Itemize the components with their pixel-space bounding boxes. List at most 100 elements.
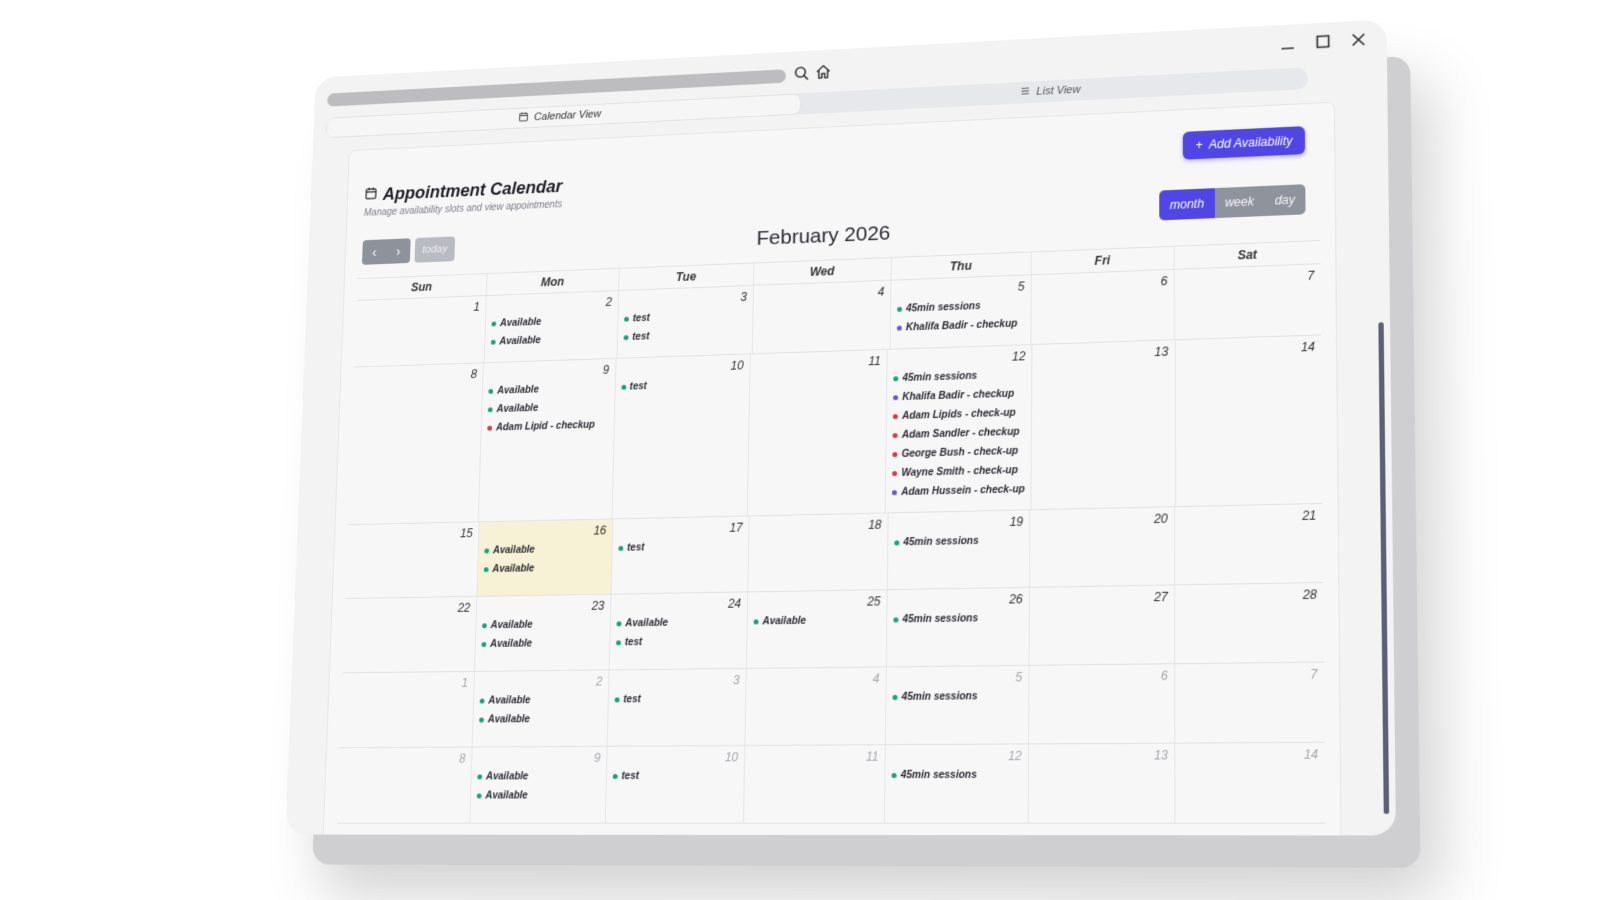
day-cell[interactable]: 7 <box>1175 663 1324 743</box>
day-number[interactable]: 15 <box>353 526 473 544</box>
calendar-event[interactable]: Available <box>484 539 606 560</box>
day-cell[interactable]: 11 <box>747 349 888 516</box>
day-number[interactable]: 20 <box>1036 511 1168 530</box>
maximize-icon[interactable] <box>1314 32 1333 51</box>
calendar-event[interactable]: test <box>623 324 746 347</box>
day-cell[interactable]: 15 <box>345 522 480 598</box>
day-cell[interactable]: 12 45min sessions Khalifa Badir - checkup A… <box>885 344 1033 513</box>
calendar-event[interactable]: 45min sessions <box>892 687 1022 708</box>
calendar-event[interactable]: 45min sessions <box>893 608 1022 629</box>
day-number[interactable]: 21 <box>1181 508 1316 527</box>
day-number[interactable]: 11 <box>756 354 881 374</box>
day-number[interactable]: 9 <box>478 751 601 768</box>
day-cell[interactable]: 4 <box>752 280 892 354</box>
calendar-event[interactable]: Adam Hussein - check-up <box>892 480 1025 502</box>
day-cell[interactable]: 17 test <box>611 516 750 594</box>
day-number[interactable]: 26 <box>894 592 1023 610</box>
day-number[interactable]: 7 <box>1182 667 1318 685</box>
day-number[interactable]: 25 <box>754 594 881 612</box>
calendar-event[interactable]: Available <box>479 691 602 711</box>
calendar-event[interactable]: Available <box>476 786 599 805</box>
day-cell[interactable]: 5 45min sessions Khalifa Badir - checkup <box>890 275 1032 349</box>
day-number[interactable]: 28 <box>1181 587 1317 606</box>
day-number[interactable]: 22 <box>351 601 470 619</box>
day-cell[interactable]: 14 <box>1176 335 1323 506</box>
day-cell[interactable]: 28 <box>1175 583 1324 663</box>
day-cell[interactable]: 25 Available <box>746 590 888 668</box>
day-cell[interactable]: 11 <box>743 745 886 823</box>
calendar-event[interactable]: 45min sessions <box>894 531 1023 553</box>
calendar-event[interactable]: test <box>615 632 741 653</box>
calendar-event[interactable]: Available <box>481 634 603 654</box>
day-cell[interactable]: 1 <box>354 296 487 367</box>
day-number[interactable]: 8 <box>359 367 478 386</box>
calendar-event[interactable]: Available <box>477 767 600 787</box>
day-number[interactable]: 14 <box>1182 340 1315 361</box>
day-cell[interactable]: 9 Available Available <box>470 746 608 823</box>
calendar-event[interactable]: Available <box>753 611 880 632</box>
calendar-event[interactable]: Available <box>616 613 741 634</box>
day-cell[interactable]: 18 <box>748 513 889 592</box>
day-cell[interactable]: 21 <box>1175 504 1323 584</box>
day-number[interactable]: 4 <box>759 285 885 305</box>
day-cell[interactable]: 22 <box>342 596 478 673</box>
day-cell[interactable]: 2 Available Available <box>484 290 620 363</box>
day-cell[interactable]: 13 <box>1031 340 1176 510</box>
calendar-event[interactable]: test <box>614 689 739 709</box>
day-number[interactable]: 4 <box>752 672 880 690</box>
day-number[interactable]: 1 <box>348 676 468 693</box>
day-number[interactable]: 12 <box>892 749 1022 766</box>
day-cell[interactable]: 3 test <box>607 668 747 746</box>
day-number[interactable]: 27 <box>1036 590 1168 609</box>
day-cell[interactable]: 12 45min sessions <box>884 744 1030 823</box>
day-cell[interactable]: 6 <box>1031 269 1175 345</box>
day-cell[interactable]: 10 test <box>605 745 746 823</box>
day-cell[interactable]: 13 <box>1028 743 1176 823</box>
day-cell[interactable]: 1 <box>340 671 475 748</box>
day-number[interactable]: 10 <box>613 750 739 767</box>
day-number[interactable]: 1 <box>362 300 480 320</box>
day-number[interactable]: 2 <box>480 674 603 691</box>
day-number[interactable]: 23 <box>482 599 604 617</box>
calendar-event[interactable]: test <box>620 374 744 396</box>
day-number[interactable]: 3 <box>615 673 740 690</box>
day-number[interactable]: 6 <box>1036 668 1168 686</box>
day-cell[interactable]: 2 Available Available <box>472 670 610 747</box>
day-number[interactable]: 24 <box>617 597 741 615</box>
day-number[interactable]: 7 <box>1181 269 1315 290</box>
day-cell[interactable]: 10 test <box>612 354 751 519</box>
minimize-icon[interactable] <box>1278 34 1297 53</box>
day-cell-today[interactable]: 16 Available Available <box>477 519 614 596</box>
day-number[interactable]: 13 <box>1035 748 1168 765</box>
day-cell[interactable]: 24 Available test <box>609 592 749 670</box>
day-number[interactable]: 8 <box>345 752 466 768</box>
day-number[interactable]: 18 <box>755 518 882 537</box>
day-cell[interactable]: 5 45min sessions <box>885 665 1030 745</box>
day-cell[interactable]: 3 test test <box>617 285 754 358</box>
scrollbar[interactable] <box>1378 322 1390 815</box>
calendar-event[interactable]: test <box>618 536 742 557</box>
day-number[interactable]: 6 <box>1038 274 1168 295</box>
day-cell[interactable]: 6 <box>1029 664 1176 744</box>
calendar-event[interactable]: Khalifa Badir - checkup <box>896 314 1025 337</box>
day-cell[interactable]: 8 <box>348 363 484 525</box>
day-number[interactable]: 13 <box>1039 345 1169 365</box>
calendar-event[interactable]: Available <box>483 558 606 579</box>
day-cell[interactable]: 7 <box>1175 264 1321 339</box>
day-cell[interactable]: 4 <box>745 667 887 745</box>
calendar-event[interactable]: Adam Lipid - checkup <box>487 416 608 438</box>
day-cell[interactable]: 20 <box>1029 507 1176 587</box>
day-number[interactable]: 5 <box>893 670 1022 688</box>
day-cell[interactable]: 9 Available Available Adam Lipid - checkup <box>479 358 617 522</box>
day-cell[interactable]: 19 45min sessions <box>887 510 1031 590</box>
add-availability-button[interactable]: + Add Availability <box>1183 126 1306 160</box>
calendar-event[interactable]: 45min sessions <box>891 765 1021 785</box>
home-icon[interactable] <box>815 63 832 85</box>
day-cell[interactable]: 26 45min sessions <box>886 587 1030 667</box>
day-cell[interactable]: 14 <box>1175 743 1325 823</box>
calendar-event[interactable]: test <box>612 766 738 786</box>
day-cell[interactable]: 8 <box>337 747 473 823</box>
close-icon[interactable] <box>1349 30 1368 49</box>
day-number[interactable]: 11 <box>751 749 879 766</box>
day-cell[interactable]: 23 Available Available <box>474 594 612 671</box>
